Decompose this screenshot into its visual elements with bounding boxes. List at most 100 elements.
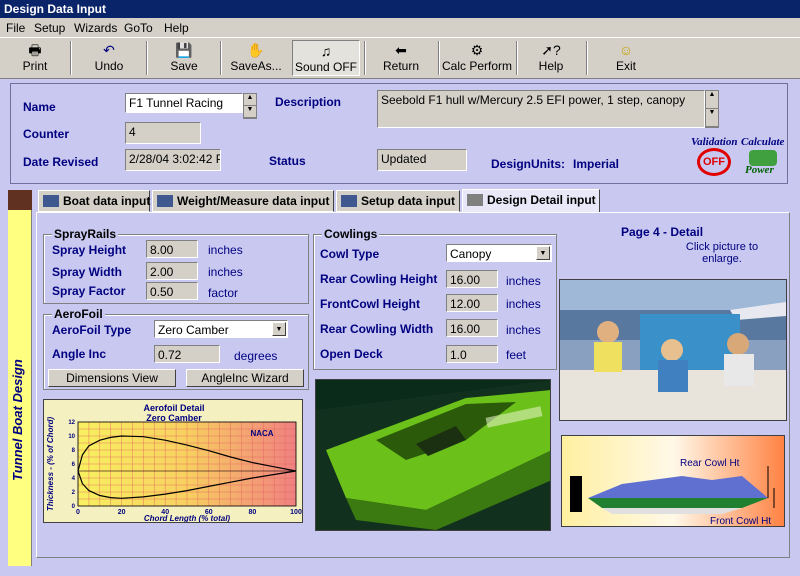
y-axis-label: Thickness - (% of Chord) [46,417,55,512]
boat-icon [43,195,59,207]
counter-field[interactable]: 4 [125,122,201,144]
front-cowl-label: Front Cowl Ht [710,516,771,527]
help-button[interactable]: ➚? Help [520,40,582,76]
spray-height-input[interactable]: 8.00 [146,240,198,258]
sidebar-logo [8,190,32,210]
cowl-diagram[interactable]: Rear Cowl Ht Front Cowl Ht [561,435,785,527]
aerofoil-detail-chart[interactable]: 0 20 40 60 80 100 0 2 4 6 8 10 12 Aerofoil Detail Ze… [43,399,303,523]
down-arrow-icon: ▼ [706,109,718,127]
sound-icon: ♫ [320,43,332,59]
enlarge-hint: Click picture to enlarge. [685,241,759,265]
x-axis-label: Chord Length (% total) [144,514,231,523]
sidebar: Tunnel Boat Design [8,210,32,566]
sidebar-title: Tunnel Boat Design [10,359,25,481]
open-deck-label: Open Deck [320,347,383,361]
save-as-button[interactable]: ✋ SaveAs... [224,40,288,76]
spray-factor-input[interactable]: 0.50 [146,282,198,300]
save-as-icon: ✋ [247,42,265,58]
pointer-icon [467,194,483,206]
cowl-type-label: Cowl Type [320,247,380,261]
menu-file[interactable]: File [6,21,25,35]
rear-cowling-height-label: Rear Cowling Height [320,272,438,286]
tab-weight-measure[interactable]: Weight/Measure data input [152,190,334,212]
chart-subtitle: Zero Camber [146,413,202,423]
angle-inc-input[interactable]: 0.72 [154,345,220,363]
validation-toggle[interactable]: Validation OFF [691,134,739,178]
design-detail-panel: SprayRails Spray Height 8.00 inches Spra… [36,212,790,558]
save-button[interactable]: 💾 Save [152,40,216,76]
y-tick-label: 8 [72,448,76,454]
boat-photo-image [316,380,550,530]
status-label: Status [269,154,306,168]
x-tick-label: 80 [249,509,257,516]
aerofoil-type-label: AeroFoil Type [52,323,132,337]
y-tick-label: 0 [72,504,76,510]
description-scroll[interactable]: ▲ ▼ [705,90,719,128]
angle-inc-label: Angle Inc [52,347,107,361]
front-cowl-height-label: FrontCowl Height [320,297,420,311]
x-tick-label: 100 [290,509,302,516]
spray-width-label: Spray Width [52,265,122,279]
chart-brand: NACA [250,429,273,438]
boat-photo[interactable] [315,379,551,531]
tab-setup-data[interactable]: Setup data input [336,190,460,212]
menu-wizards[interactable]: Wizards [74,21,117,35]
y-tick-label: 12 [68,420,75,426]
aerofoil-type-select[interactable]: Zero Camber ▼ [154,320,288,338]
return-button[interactable]: ⬅ Return [368,40,434,76]
crew-photo[interactable] [559,279,787,421]
rear-cowling-width-label: Rear Cowling Width [320,322,434,336]
description-label: Description [275,95,342,109]
y-tick-label: 6 [72,462,76,468]
exit-button[interactable]: ☺ Exit [592,40,660,76]
calculator-icon: ⚙ [470,42,484,58]
calc-perform-button[interactable]: ⚙ Calc Perform [442,40,512,76]
rear-cowl-label: Rear Cowl Ht [680,458,740,469]
description-field[interactable]: Seebold F1 hull w/Mercury 2.5 EFI power,… [377,90,705,128]
menu-setup[interactable]: Setup [34,21,65,35]
cowl-type-select[interactable]: Canopy ▼ [446,244,552,262]
chevron-down-icon: ▼ [272,322,286,336]
design-units-value: Imperial [573,157,620,171]
menu-help[interactable]: Help [164,21,189,35]
chevron-down-icon: ▼ [536,246,550,260]
rear-cowling-height-input[interactable]: 16.00 [446,270,498,288]
spray-rails-group: SprayRails Spray Height 8.00 inches Spra… [43,227,309,304]
menu-goto[interactable]: GoTo [124,21,153,35]
printer-icon: 🖶 [28,42,42,58]
name-scroll[interactable]: ▲ ▼ [243,93,257,119]
toolbar: 🖶 Print ↶ Undo 💾 Save ✋ SaveAs... ♫ Sound OFF… [0,37,800,79]
window-title: Design Data Input [0,0,800,18]
undo-button[interactable]: ↶ Undo [76,40,142,76]
y-tick-label: 10 [68,434,75,440]
crew-photo-image [560,280,786,420]
date-revised-field[interactable]: 2/28/04 3:02:42 P [125,149,221,171]
rear-cowling-width-input[interactable]: 16.00 [446,319,498,337]
x-tick-label: 20 [118,509,126,516]
tab-boat-data[interactable]: Boat data input [38,190,150,212]
y-tick-label: 2 [72,490,76,496]
aerofoil-group: AeroFoil AeroFoil Type Zero Camber ▼ Angl… [43,307,309,390]
counter-label: Counter [23,127,69,141]
tab-design-detail[interactable]: Design Detail input [462,189,600,213]
down-arrow-icon: ▼ [244,106,256,118]
open-deck-input[interactable]: 1.0 [446,345,498,363]
front-cowl-height-input[interactable]: 12.00 [446,294,498,312]
status-field[interactable]: Updated [377,149,467,171]
smiley-icon: ☺ [618,42,634,58]
dimensions-view-button[interactable]: Dimensions View [48,369,176,387]
boat-icon [157,195,173,207]
calculate-power-button[interactable]: Calculate Power [741,134,787,178]
spray-width-input[interactable]: 2.00 [146,262,198,280]
print-button[interactable]: 🖶 Print [4,40,66,76]
header-panel: Name F1 Tunnel Racing ▲ ▼ Counter 4 Date … [10,83,788,184]
angleinc-wizard-button[interactable]: AngleInc Wizard [186,369,304,387]
cowl-diagram-image: Rear Cowl Ht Front Cowl Ht [562,436,784,527]
up-arrow-icon: ▲ [706,91,718,109]
name-field[interactable]: F1 Tunnel Racing [125,93,243,113]
detail-page-title: Page 4 - Detail [621,225,704,239]
undo-icon: ↶ [103,42,115,58]
sound-toggle-button[interactable]: ♫ Sound OFF [292,40,360,76]
aerofoil-plot: 0 20 40 60 80 100024681012 Aerofoil Detail Ze… [46,403,302,523]
chart-title: Aerofoil Detail [143,403,204,413]
